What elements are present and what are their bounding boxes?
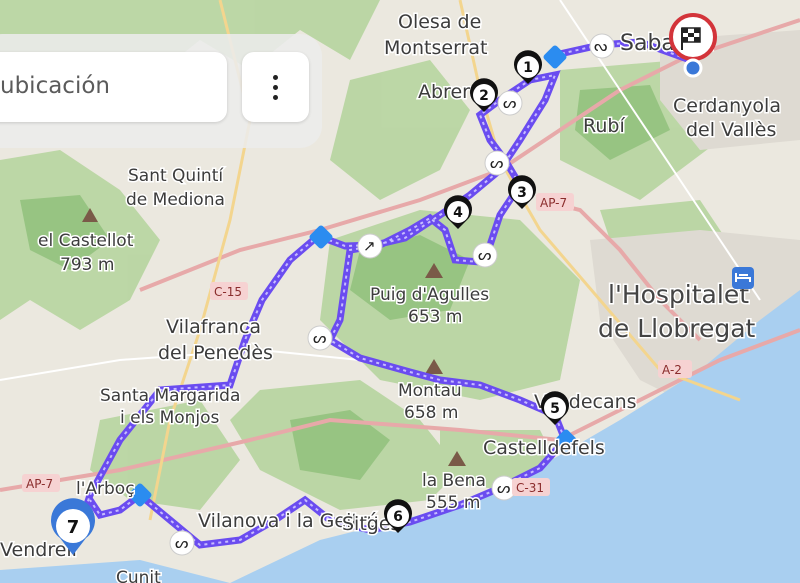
place-vilafranca: Vilafranca (166, 316, 261, 338)
road-ap7-label: AP-7 (540, 196, 567, 210)
place-del-penedes: del Penedès (158, 342, 273, 364)
road-a2-label: A-2 (662, 363, 682, 377)
place-de-mediona: de Mediona (126, 190, 225, 210)
waypoint-label: 6 (393, 509, 403, 525)
place-castelldefels: Castelldefels (483, 437, 605, 459)
svg-text:↗: ↗ (363, 237, 376, 255)
place-montau-height: 658 m (404, 403, 458, 423)
waypoint-label: 1 (523, 60, 533, 76)
waypoint-label: 2 (479, 88, 489, 104)
start-marker-label: 7 (67, 517, 80, 538)
svg-text:ᔕ: ᔕ (313, 329, 326, 347)
place-del-valles: del Vallès (686, 119, 776, 141)
place-arboc: l'Arboç (76, 479, 135, 499)
current-location-dot (683, 58, 703, 78)
place-la-bena: la Bena (422, 471, 486, 491)
svg-text:ᔕ: ᔕ (497, 479, 510, 497)
waypoint-label: 4 (453, 205, 463, 221)
place-bena-height: 555 m (426, 493, 480, 513)
place-cunit: Cunit (116, 568, 161, 583)
place-montserrat: Montserrat (384, 37, 487, 59)
svg-text:ᔕ: ᔕ (490, 154, 503, 172)
svg-text:ᔕ: ᔕ (503, 94, 516, 112)
more-vertical-icon (273, 75, 278, 80)
waypoint-label: 5 (550, 401, 560, 417)
place-sant-quinti: Sant Quintí (128, 166, 224, 186)
search-placeholder: ubicación (0, 73, 110, 99)
waypoint-label: 3 (517, 185, 527, 201)
more-options-button[interactable] (242, 52, 309, 122)
svg-text:ᔕ: ᔕ (175, 534, 188, 552)
road-c15-label: C-15 (214, 285, 242, 299)
place-santa-margarida: Santa Margarida (100, 386, 240, 406)
place-de-llobregat: de Llobregat (598, 314, 756, 343)
place-agulles-height: 653 m (408, 307, 462, 327)
hotel-bed-icon[interactable] (732, 267, 754, 289)
place-rubi: Rubí (583, 115, 625, 137)
svg-text:ᔓ: ᔓ (594, 37, 607, 55)
place-olesa: Olesa de (398, 11, 481, 33)
place-el-castellot: el Castellot (38, 231, 134, 251)
place-montau: Montau (398, 381, 462, 401)
svg-text:ᔕ: ᔕ (478, 246, 491, 264)
road-ap7-label-west: AP-7 (26, 477, 53, 491)
place-hospitalet: l'Hospitalet (608, 280, 749, 309)
place-cerdanyola: Cerdanyola (673, 95, 781, 117)
road-c31-label: C-31 (516, 481, 544, 495)
place-i-els-monjos: i els Monjos (120, 408, 220, 428)
place-castellot-height: 793 m (60, 255, 114, 275)
place-puig-dagulles: Puig d'Agulles (370, 285, 489, 305)
search-input[interactable]: ubicación (0, 52, 227, 122)
